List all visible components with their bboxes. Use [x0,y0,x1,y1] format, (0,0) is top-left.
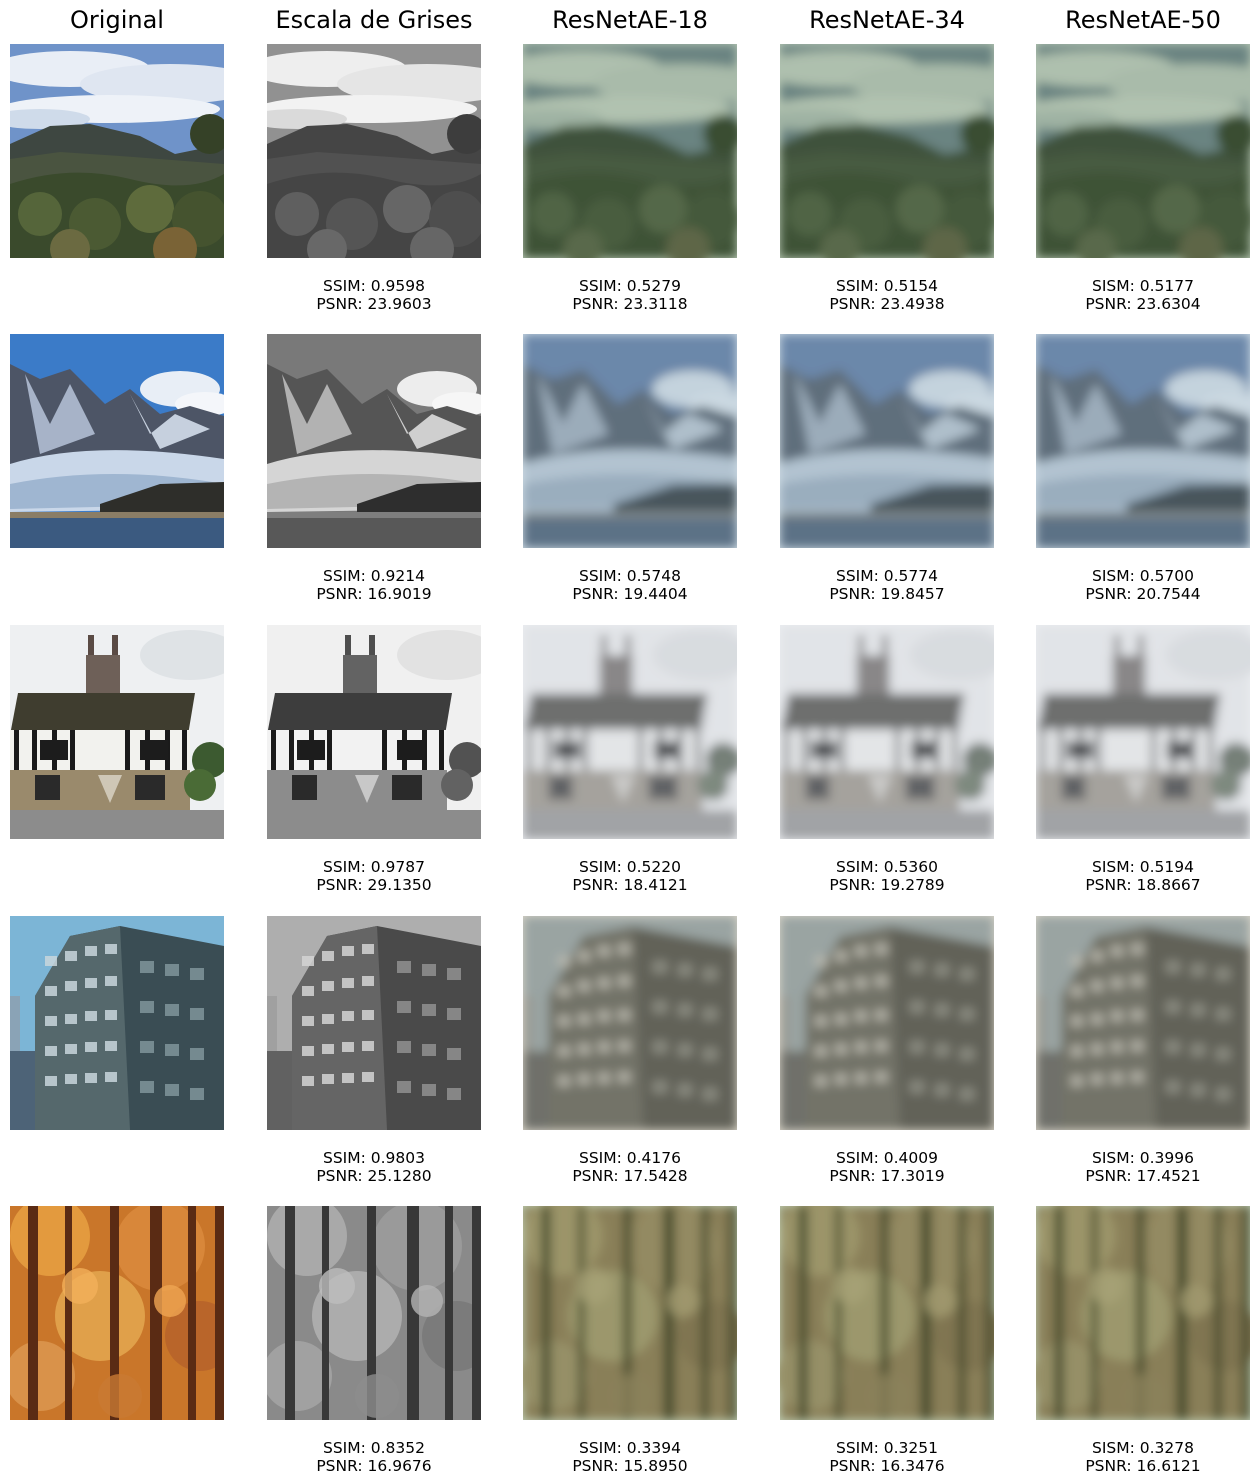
psnr-value: PSNR: 16.6121 [1085,1457,1201,1475]
psnr-value: PSNR: 20.7544 [1085,585,1201,603]
psnr-value: PSNR: 16.9676 [316,1457,432,1475]
psnr-value: PSNR: 19.2789 [829,876,945,894]
metrics-caption: SSIM: 0.5774 PSNR: 19.8457 [780,567,994,603]
ssim-value: SSIM: 0.5774 [835,567,938,585]
image-mountain-landscape-blur [780,44,994,258]
psnr-value: PSNR: 19.8457 [829,585,945,603]
image-office-building-blur [523,916,737,1130]
column-title: ResNetAE-34 [809,6,965,34]
metrics-caption: SSIM: 0.9787 PSNR: 29.1350 [267,858,481,894]
column-title: ResNetAE-18 [552,6,708,34]
image-tudor-house-blur [523,625,737,839]
metrics-caption: SSIM: 0.5279 PSNR: 23.3118 [523,277,737,313]
metrics-caption: SSIM: 0.8352 PSNR: 16.9676 [267,1439,481,1475]
image-autumn-forest-blur [523,1206,737,1420]
psnr-value: PSNR: 17.5428 [572,1167,688,1185]
metrics-caption: SISM: 0.3278 PSNR: 16.6121 [1036,1439,1250,1475]
image-tudor-house-original [10,625,224,839]
metrics-caption: SSIM: 0.3394 PSNR: 15.8950 [523,1439,737,1475]
image-autumn-forest-original [10,1206,224,1420]
image-office-building-gray [267,916,481,1130]
image-mountain-landscape-blur [523,44,737,258]
ssim-value: SSIM: 0.4009 [835,1149,938,1167]
column-title: Original [70,6,164,34]
metrics-caption: SSIM: 0.5154 PSNR: 23.4938 [780,277,994,313]
image-office-building-blur [780,916,994,1130]
ssim-value: SSIM: 0.4176 [578,1149,681,1167]
image-autumn-forest-blur [1036,1206,1250,1420]
metrics-caption: SSIM: 0.5360 PSNR: 19.2789 [780,858,994,894]
image-office-building-blur [1036,916,1250,1130]
image-autumn-forest-gray [267,1206,481,1420]
image-glacier-blur [1036,334,1250,548]
image-mountain-landscape-gray [267,44,481,258]
psnr-value: PSNR: 16.9019 [316,585,432,603]
metrics-caption: SISM: 0.5700 PSNR: 20.7544 [1036,567,1250,603]
metrics-caption: SISM: 0.3996 PSNR: 17.4521 [1036,1149,1250,1185]
ssim-value: SSIM: 0.5279 [578,277,681,295]
ssim-value: SSIM: 0.9803 [322,1149,425,1167]
ssim-value: SISM: 0.5177 [1091,277,1194,295]
metrics-caption: SSIM: 0.9598 PSNR: 23.9603 [267,277,481,313]
metrics-caption: SSIM: 0.9214 PSNR: 16.9019 [267,567,481,603]
metrics-caption: SSIM: 0.5220 PSNR: 18.4121 [523,858,737,894]
image-tudor-house-gray [267,625,481,839]
image-mountain-landscape-blur [1036,44,1250,258]
metrics-caption: SISM: 0.5194 PSNR: 18.8667 [1036,858,1250,894]
metrics-caption: SSIM: 0.5748 PSNR: 19.4404 [523,567,737,603]
psnr-value: PSNR: 18.4121 [572,876,688,894]
psnr-value: PSNR: 23.9603 [316,295,432,313]
metrics-caption: SSIM: 0.9803 PSNR: 25.1280 [267,1149,481,1185]
ssim-value: SISM: 0.3996 [1091,1149,1194,1167]
ssim-value: SSIM: 0.9598 [322,277,425,295]
metrics-caption: SSIM: 0.4176 PSNR: 17.5428 [523,1149,737,1185]
column-title: ResNetAE-50 [1065,6,1221,34]
image-tudor-house-blur [780,625,994,839]
image-glacier-blur [523,334,737,548]
psnr-value: PSNR: 16.3476 [829,1457,945,1475]
metrics-caption: SISM: 0.5177 PSNR: 23.6304 [1036,277,1250,313]
ssim-value: SSIM: 0.9214 [322,567,425,585]
ssim-value: SSIM: 0.3251 [835,1439,938,1457]
ssim-value: SSIM: 0.3394 [578,1439,681,1457]
psnr-value: PSNR: 19.4404 [572,585,688,603]
image-glacier-original [10,334,224,548]
image-autumn-forest-blur [780,1206,994,1420]
ssim-value: SISM: 0.5700 [1091,567,1194,585]
psnr-value: PSNR: 23.3118 [572,295,688,313]
psnr-value: PSNR: 29.1350 [316,876,432,894]
ssim-value: SSIM: 0.5220 [578,858,681,876]
psnr-value: PSNR: 23.4938 [829,295,945,313]
psnr-value: PSNR: 23.6304 [1085,295,1201,313]
psnr-value: PSNR: 15.8950 [572,1457,688,1475]
psnr-value: PSNR: 25.1280 [316,1167,432,1185]
ssim-value: SISM: 0.5194 [1091,858,1194,876]
column-title: Escala de Grises [275,6,473,34]
image-tudor-house-blur [1036,625,1250,839]
ssim-value: SSIM: 0.5748 [578,567,681,585]
metrics-caption: SSIM: 0.4009 PSNR: 17.3019 [780,1149,994,1185]
metrics-caption: SSIM: 0.3251 PSNR: 16.3476 [780,1439,994,1475]
psnr-value: PSNR: 17.3019 [829,1167,945,1185]
ssim-value: SSIM: 0.9787 [322,858,425,876]
psnr-value: PSNR: 17.4521 [1085,1167,1201,1185]
ssim-value: SSIM: 0.5360 [835,858,938,876]
image-glacier-gray [267,334,481,548]
ssim-value: SSIM: 0.8352 [322,1439,425,1457]
image-office-building-original [10,916,224,1130]
ssim-value: SISM: 0.3278 [1091,1439,1194,1457]
psnr-value: PSNR: 18.8667 [1085,876,1201,894]
image-mountain-landscape-original [10,44,224,258]
image-glacier-blur [780,334,994,548]
ssim-value: SSIM: 0.5154 [835,277,938,295]
